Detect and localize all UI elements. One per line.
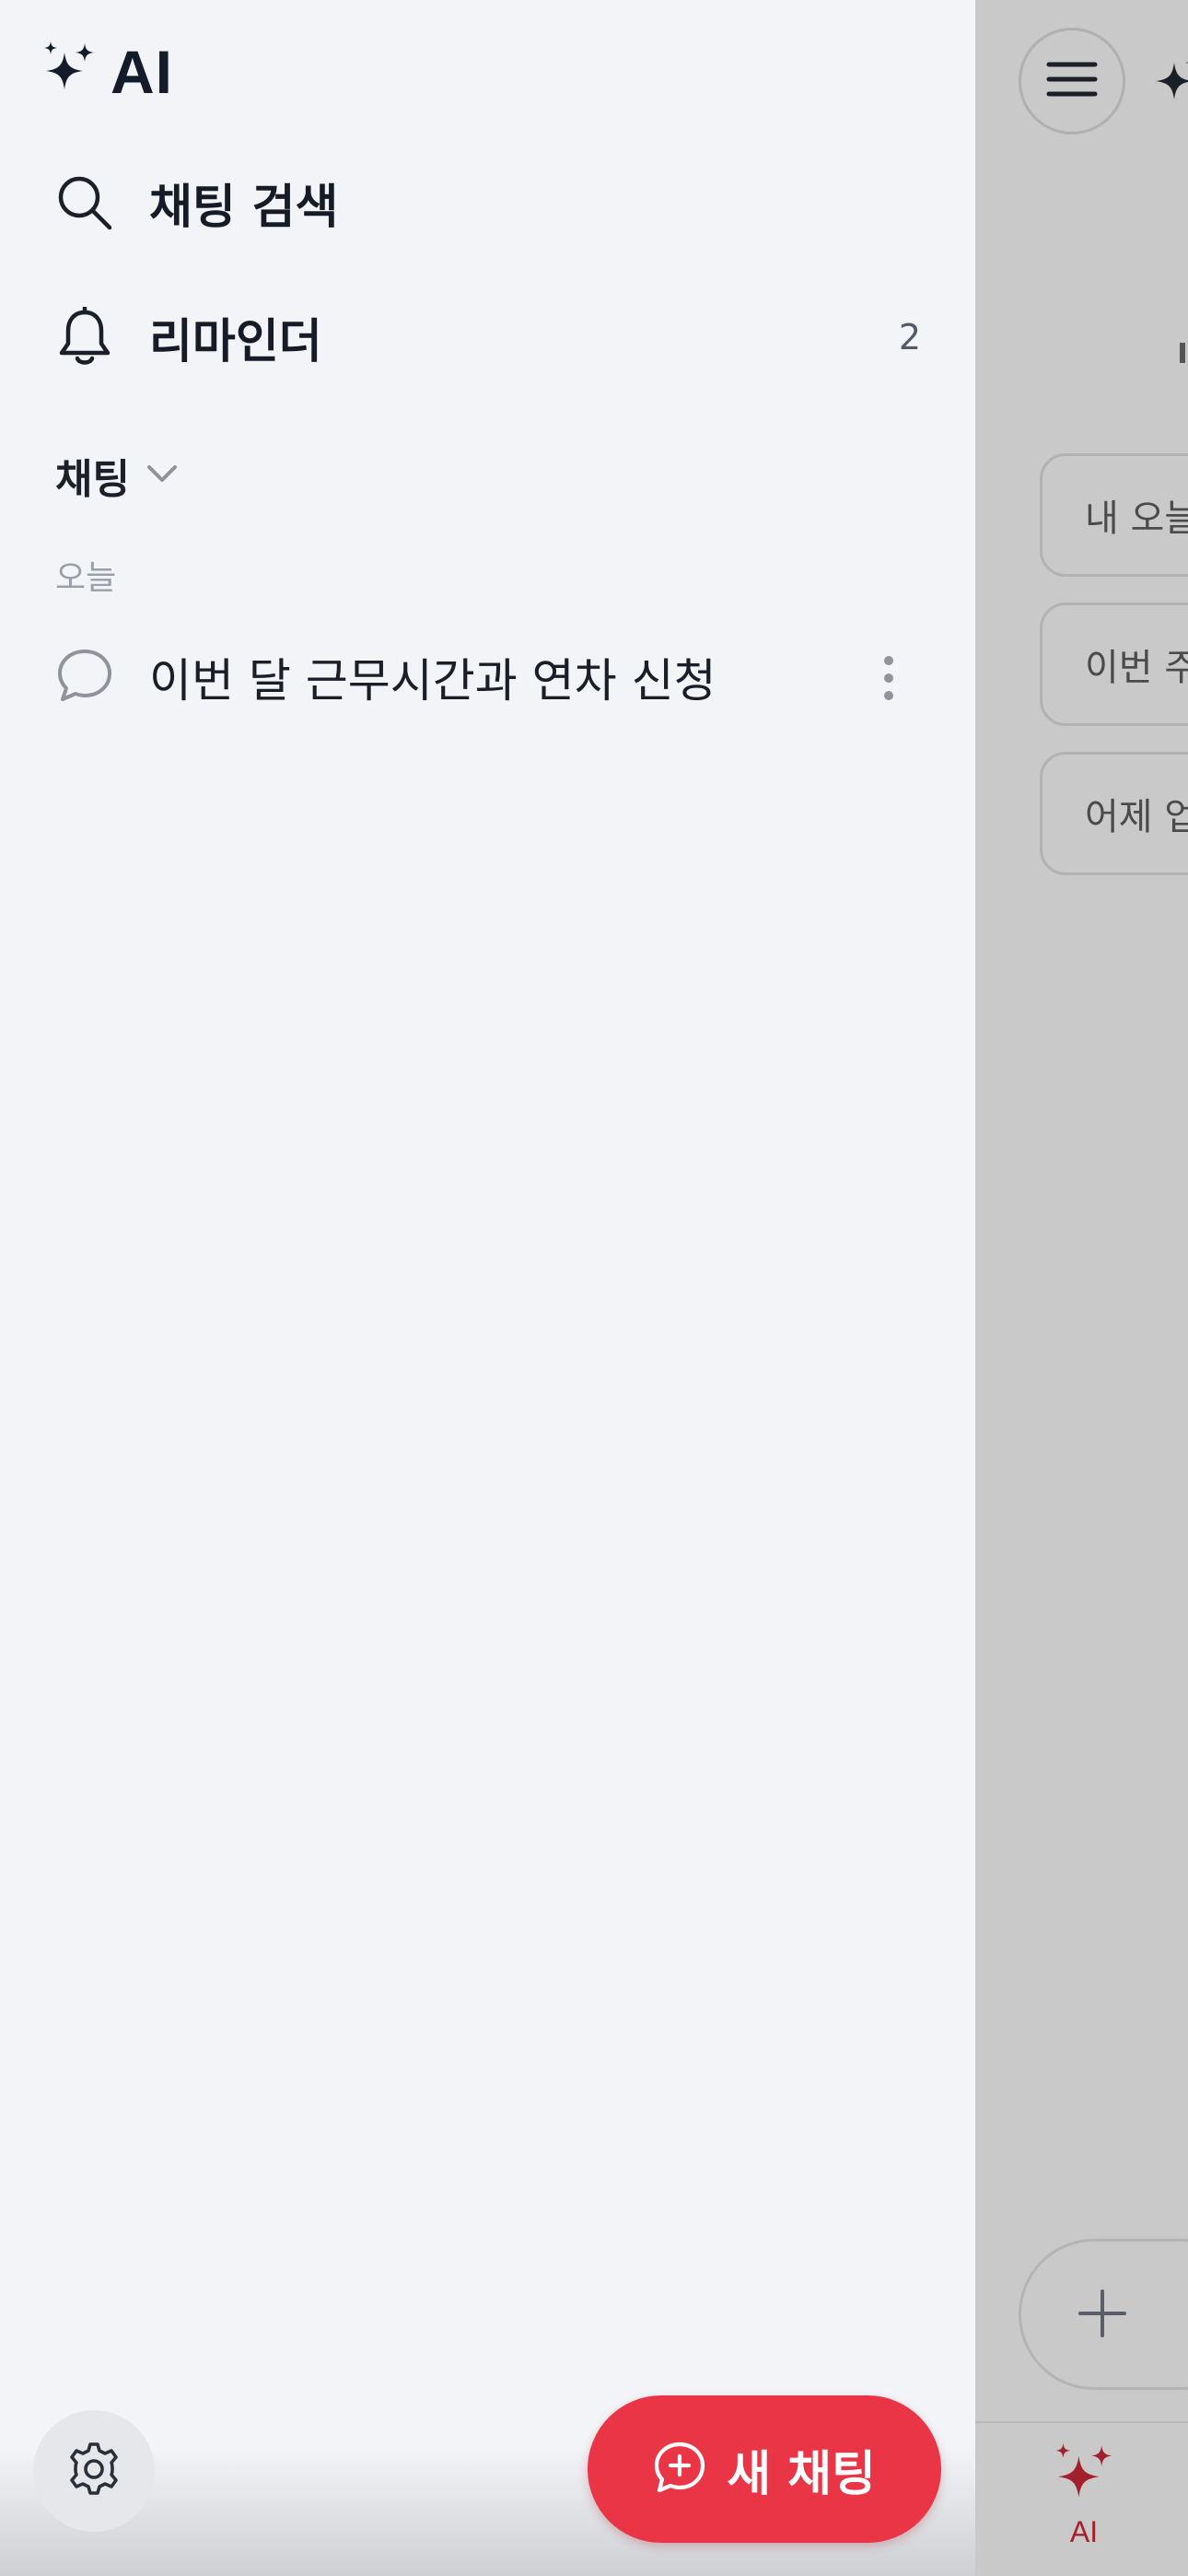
- main-content-scrim[interactable]: 내 오늘 이번 주 어제 업 무 AI: [975, 0, 1188, 2576]
- reminder-label: 리마인더: [149, 315, 322, 369]
- chat-list-item[interactable]: 이번 달 근무시간과 연차 신청: [55, 636, 903, 719]
- navigation-drawer: AI 채팅 검색 리마인더 2 채팅 오늘 이번 달 근무시간과 연차 신청 새…: [0, 0, 975, 2576]
- bottom-tab-bar: AI: [975, 2421, 1188, 2576]
- sparkle-icon: [1150, 52, 1188, 112]
- chat-section-toggle[interactable]: 채팅: [55, 446, 178, 505]
- message-composer[interactable]: 무: [1019, 2239, 1188, 2390]
- suggestion-chip[interactable]: 내 오늘: [1040, 453, 1188, 577]
- sparkle-icon: [1052, 2443, 1116, 2512]
- plus-icon[interactable]: [1077, 2288, 1128, 2343]
- menu-icon: [1046, 61, 1098, 101]
- reminder-item[interactable]: 리마인더 2: [55, 293, 921, 381]
- more-vertical-icon[interactable]: [875, 656, 903, 700]
- gear-icon: [65, 2441, 122, 2501]
- suggestion-chip[interactable]: 어제 업: [1040, 752, 1188, 875]
- new-chat-label: 새 채팅: [727, 2446, 876, 2502]
- tab-ai[interactable]: AI: [1038, 2443, 1130, 2549]
- search-chats-label: 채팅 검색: [149, 181, 339, 235]
- search-icon: [55, 173, 114, 232]
- menu-button[interactable]: [1019, 28, 1125, 135]
- sparkle-icon: [41, 41, 98, 102]
- suggestion-chip[interactable]: 이번 주: [1040, 603, 1188, 726]
- reminder-count-badge: 2: [898, 317, 921, 357]
- drawer-header: AI: [41, 37, 173, 107]
- chat-section-title: 채팅: [55, 456, 130, 503]
- greeting-text-fragment: [1180, 343, 1185, 363]
- search-chats-item[interactable]: 채팅 검색: [55, 158, 921, 247]
- date-group-label: 오늘: [55, 559, 117, 597]
- chat-plus-icon: [653, 2441, 706, 2498]
- settings-button[interactable]: [33, 2410, 155, 2532]
- bell-icon: [55, 307, 114, 367]
- new-chat-button[interactable]: 새 채팅: [588, 2395, 941, 2543]
- app-title: AI: [111, 38, 173, 106]
- tab-ai-label: AI: [1069, 2515, 1099, 2548]
- chevron-down-icon: [146, 463, 178, 487]
- chat-title: 이번 달 근무시간과 연차 신청: [149, 654, 716, 708]
- chat-bubble-icon: [55, 646, 114, 708]
